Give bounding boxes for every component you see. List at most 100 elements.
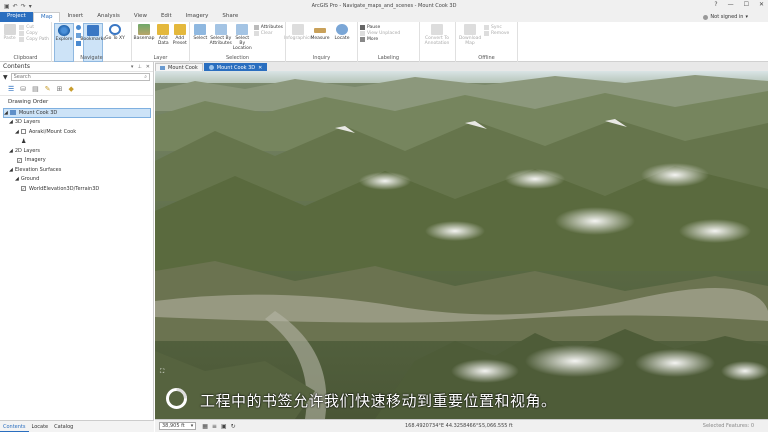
collapse-icon[interactable]: ◢: [9, 167, 13, 173]
grid-icon[interactable]: ▦: [202, 423, 208, 430]
refresh-icon[interactable]: ↻: [231, 423, 236, 430]
close-icon[interactable]: ✕: [258, 65, 262, 71]
customize-qat-icon[interactable]: ▾: [29, 3, 32, 10]
pane-options-icon[interactable]: ▾: [131, 64, 134, 70]
list-by-drawing-order-icon[interactable]: ☰: [8, 85, 14, 93]
tab-edit[interactable]: Edit: [154, 12, 179, 22]
table-icon: [253, 25, 259, 30]
video-logo-icon: [166, 388, 187, 409]
tab-contents[interactable]: Contents: [0, 421, 29, 432]
paste-icon: [3, 24, 16, 35]
scene-view[interactable]: [155, 71, 768, 419]
group-offline: Download Map Sync Remove Offline: [456, 22, 518, 62]
camera-icon[interactable]: ▣: [221, 423, 227, 430]
tab-view[interactable]: View: [127, 12, 154, 22]
group-label-offline: Offline: [478, 55, 495, 61]
tree-item-ground[interactable]: ◢ Ground: [3, 175, 153, 185]
infographics-icon: [292, 24, 304, 35]
select-by-location-icon: [236, 24, 249, 35]
sign-in-status[interactable]: Not signed in ▾: [703, 14, 748, 20]
view-tab-mount-cook-3d[interactable]: Mount Cook 3D ✕: [203, 63, 268, 71]
ruler-icon: [314, 28, 326, 33]
view-tabs: Mount Cook Mount Cook 3D ✕: [155, 62, 768, 71]
copy-button[interactable]: Copy: [19, 31, 49, 36]
layer-checkbox[interactable]: ✓: [17, 157, 22, 163]
collapse-icon[interactable]: ◢: [4, 110, 8, 116]
maximize-button[interactable]: ☐: [744, 1, 749, 8]
layer-checkbox[interactable]: [20, 129, 26, 135]
collapse-icon[interactable]: ◢: [15, 176, 19, 182]
pin-icon[interactable]: ⊥: [137, 64, 141, 70]
globe-icon: [208, 65, 214, 70]
group-label-selection: Selection: [225, 55, 250, 61]
add-preset-icon: [173, 24, 186, 35]
help-button[interactable]: ?: [714, 1, 717, 8]
tab-imagery[interactable]: Imagery: [179, 12, 216, 22]
scene-icon: [9, 110, 16, 116]
tree-item-2d-layers[interactable]: ◢ 2D Layers: [3, 146, 153, 156]
group-label-inquiry: Inquiry: [312, 55, 331, 61]
tab-insert[interactable]: Insert: [60, 12, 90, 22]
clear-icon: [253, 31, 259, 36]
tab-locate[interactable]: Locate: [29, 421, 52, 432]
convert-icon: [431, 24, 443, 35]
group-inquiry: Infographics Measure Locate Inquiry: [284, 22, 358, 62]
tab-map[interactable]: Map: [32, 12, 61, 22]
pause-button[interactable]: Pause: [360, 25, 400, 30]
cut-button[interactable]: Cut: [19, 25, 49, 30]
full-extent-icon[interactable]: [76, 25, 81, 30]
tree-item-elevation-surfaces[interactable]: ◢ Elevation Surfaces: [3, 165, 153, 175]
search-row: ▼ Search ⌕: [0, 72, 153, 82]
drawing-order-heading: Drawing Order: [8, 99, 49, 105]
list-by-selection-icon[interactable]: ▤: [32, 85, 39, 93]
view-unplaced-button[interactable]: View Unplaced: [360, 31, 400, 36]
pause-icon: [360, 25, 365, 30]
tab-analysis[interactable]: Analysis: [90, 12, 127, 22]
list-by-labeling-icon[interactable]: ◆: [69, 85, 74, 93]
tab-share[interactable]: Share: [215, 12, 245, 22]
convert-to-annotation-button[interactable]: Convert To Annotation: [422, 23, 452, 62]
navigator-control-icon[interactable]: ⛶: [160, 368, 164, 376]
ribbon-tabs: Project Map Insert Analysis View Edit Im…: [0, 12, 768, 22]
group-label-clipboard: Clipboard: [13, 55, 38, 61]
collapse-icon[interactable]: ◢: [15, 129, 19, 135]
list-by-snapping-icon[interactable]: ⊞: [57, 85, 63, 93]
collapse-icon[interactable]: ◢: [9, 119, 13, 125]
list-icon[interactable]: ≡: [212, 423, 217, 430]
tree-item-terrain[interactable]: ✓ WorldElevation3D/Terrain3D: [3, 184, 153, 194]
layer-checkbox[interactable]: ✓: [21, 186, 26, 192]
tab-project[interactable]: Project: [0, 12, 33, 22]
tree-item-scene[interactable]: ◢ Mount Cook 3D: [3, 108, 151, 118]
video-subtitle: 工程中的书签允许我们快速移动到重要位置和视角。: [200, 392, 557, 410]
sign-in-label: Not signed in: [710, 14, 744, 20]
tree-item-aoraki[interactable]: ◢ Aoraki/Mount Cook: [3, 127, 153, 137]
group-layer: Basemap Add Data Add Preset Layer: [132, 22, 190, 62]
tree-item-imagery[interactable]: ✓ Imagery: [3, 156, 153, 166]
attributes-button[interactable]: Attributes: [253, 25, 283, 30]
group-label-navigate: Navigate: [80, 55, 103, 61]
locate-icon: [336, 24, 348, 35]
save-icon[interactable]: ▣: [4, 3, 10, 10]
copy-path-button[interactable]: Copy Path: [19, 37, 49, 42]
tree-item-aoraki-symbol: ♟: [3, 137, 153, 147]
list-by-editing-icon[interactable]: ✎: [45, 85, 51, 93]
clear-button[interactable]: Clear: [253, 31, 283, 36]
more-button[interactable]: More: [360, 37, 400, 42]
tree-item-3d-layers[interactable]: ◢ 3D Layers: [3, 118, 153, 128]
sync-button[interactable]: Sync: [484, 25, 509, 30]
pane-close-icon[interactable]: ✕: [146, 64, 150, 70]
filter-icon[interactable]: ▼: [3, 74, 8, 81]
tab-catalog[interactable]: Catalog: [51, 421, 76, 432]
scale-selector[interactable]: 38,905 ft ▾: [159, 422, 197, 430]
remove-button[interactable]: Remove: [484, 31, 509, 36]
list-by-data-source-icon[interactable]: ⛁: [20, 85, 26, 93]
search-input[interactable]: Search ⌕: [10, 73, 150, 81]
window-title: ArcGIS Pro - Navigate_maps_and_scenes - …: [311, 3, 457, 9]
collapse-icon[interactable]: ◢: [9, 148, 13, 154]
close-button[interactable]: ✕: [759, 1, 764, 8]
minimize-button[interactable]: —: [728, 1, 734, 8]
terrain-render: [155, 71, 768, 419]
view-tab-mount-cook[interactable]: Mount Cook: [155, 63, 203, 71]
undo-icon[interactable]: ↶: [13, 3, 18, 10]
redo-icon[interactable]: ↷: [21, 3, 26, 10]
